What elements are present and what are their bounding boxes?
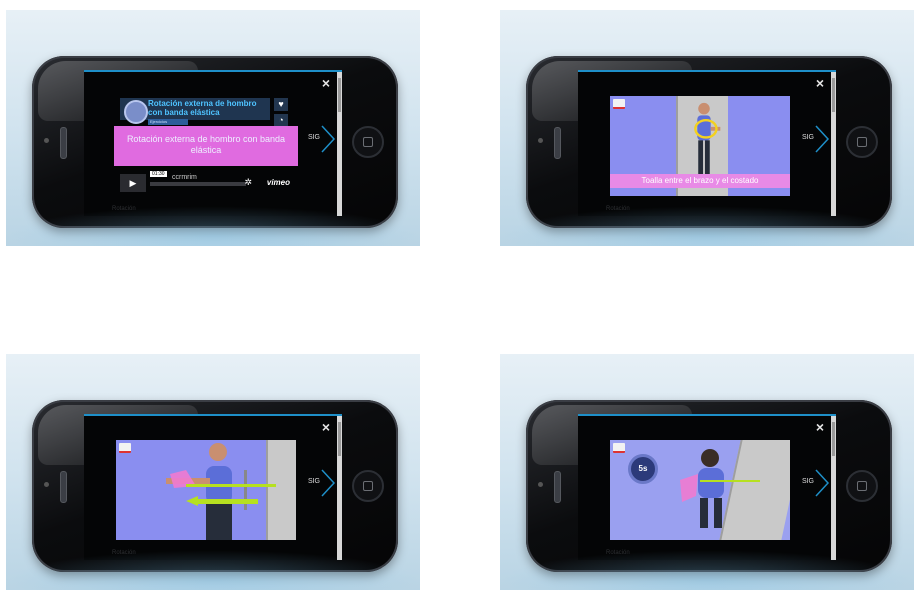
phone-device: Toalla entre el brazo y el costado × SIG… [526, 56, 892, 228]
phone-device: Rotación externa de hombro con banda elá… [32, 56, 398, 228]
exercise-video[interactable] [116, 440, 296, 540]
play-icon[interactable]: ▶ [120, 174, 146, 192]
video-subtitle: Toalla entre el brazo y el costado [610, 174, 790, 188]
camera-icon [44, 138, 49, 143]
app-logo [613, 443, 625, 453]
home-button[interactable] [846, 126, 878, 158]
exercise-video[interactable]: 5s [610, 440, 790, 540]
next-label[interactable]: SIG [802, 134, 814, 141]
time-badge: 01:30 [150, 171, 167, 177]
panel-bottom-right: 5s × SIG Rotación [500, 354, 914, 590]
timer-badge: 5s [628, 454, 658, 484]
video-title-card: Rotación externa de hombro con banda elá… [114, 126, 298, 166]
scrollbar[interactable] [831, 416, 836, 560]
phone-screen: Rotación externa de hombro con banda elá… [84, 70, 342, 216]
heart-icon[interactable]: ♥ [274, 98, 288, 111]
exercise-title: Rotación externa de hombro con banda elá… [148, 99, 257, 117]
camera-icon [44, 482, 49, 487]
home-button[interactable] [352, 470, 384, 502]
speaker-grille [60, 127, 67, 159]
camera-icon [538, 138, 543, 143]
close-icon[interactable]: × [816, 420, 824, 434]
phone-screen: Toalla entre el brazo y el costado × SIG… [578, 70, 836, 216]
chevron-right-icon[interactable] [320, 124, 336, 154]
chevron-right-icon[interactable] [814, 124, 830, 154]
panel-top-right: Toalla entre el brazo y el costado × SIG… [500, 10, 914, 246]
next-label[interactable]: SIG [308, 478, 320, 485]
app-logo [613, 99, 625, 109]
vimeo-logo: vimeo [266, 178, 290, 187]
home-button[interactable] [846, 470, 878, 502]
person-figure [166, 443, 276, 540]
player-caption: ccrmrim [172, 174, 197, 181]
close-icon[interactable]: × [322, 76, 330, 90]
close-icon[interactable]: × [322, 420, 330, 434]
speaker-grille [554, 471, 561, 503]
camera-icon [538, 482, 543, 487]
category-badge: Ejercicios [148, 119, 188, 125]
footer-text: Rotación [112, 206, 136, 212]
panel-bottom-left: × SIG Rotación [6, 354, 420, 590]
speaker-grille [60, 471, 67, 503]
home-button[interactable] [352, 126, 384, 158]
footer-text: Rotación [112, 550, 136, 556]
close-icon[interactable]: × [816, 76, 824, 90]
avatar [124, 100, 148, 124]
scrollbar[interactable] [337, 416, 342, 560]
phone-device: 5s × SIG Rotación [526, 400, 892, 572]
video-title-text: Rotación externa de hombro con banda elá… [126, 134, 286, 155]
progress-bar[interactable] [150, 182, 246, 186]
next-label[interactable]: SIG [308, 134, 320, 141]
phone-screen: 5s × SIG Rotación [578, 414, 836, 560]
scrollbar[interactable] [337, 72, 342, 216]
next-label[interactable]: SIG [802, 478, 814, 485]
person-figure [680, 449, 760, 528]
exercise-video[interactable]: Toalla entre el brazo y el costado [610, 96, 790, 196]
footer-text: Rotación [606, 206, 630, 212]
panel-top-left: Rotación externa de hombro con banda elá… [6, 10, 420, 246]
phone-screen: × SIG Rotación [84, 414, 342, 560]
chevron-right-icon[interactable] [320, 468, 336, 498]
speaker-grille [554, 127, 561, 159]
chevron-right-icon[interactable] [814, 468, 830, 498]
video-player-controls: ▶ 01:30 ccrmrim ✲ vimeo [120, 171, 296, 192]
scrollbar[interactable] [831, 72, 836, 216]
app-logo [119, 443, 131, 453]
footer-text: Rotación [606, 550, 630, 556]
phone-device: × SIG Rotación [32, 400, 398, 572]
settings-icon[interactable]: ✲ [244, 177, 252, 188]
